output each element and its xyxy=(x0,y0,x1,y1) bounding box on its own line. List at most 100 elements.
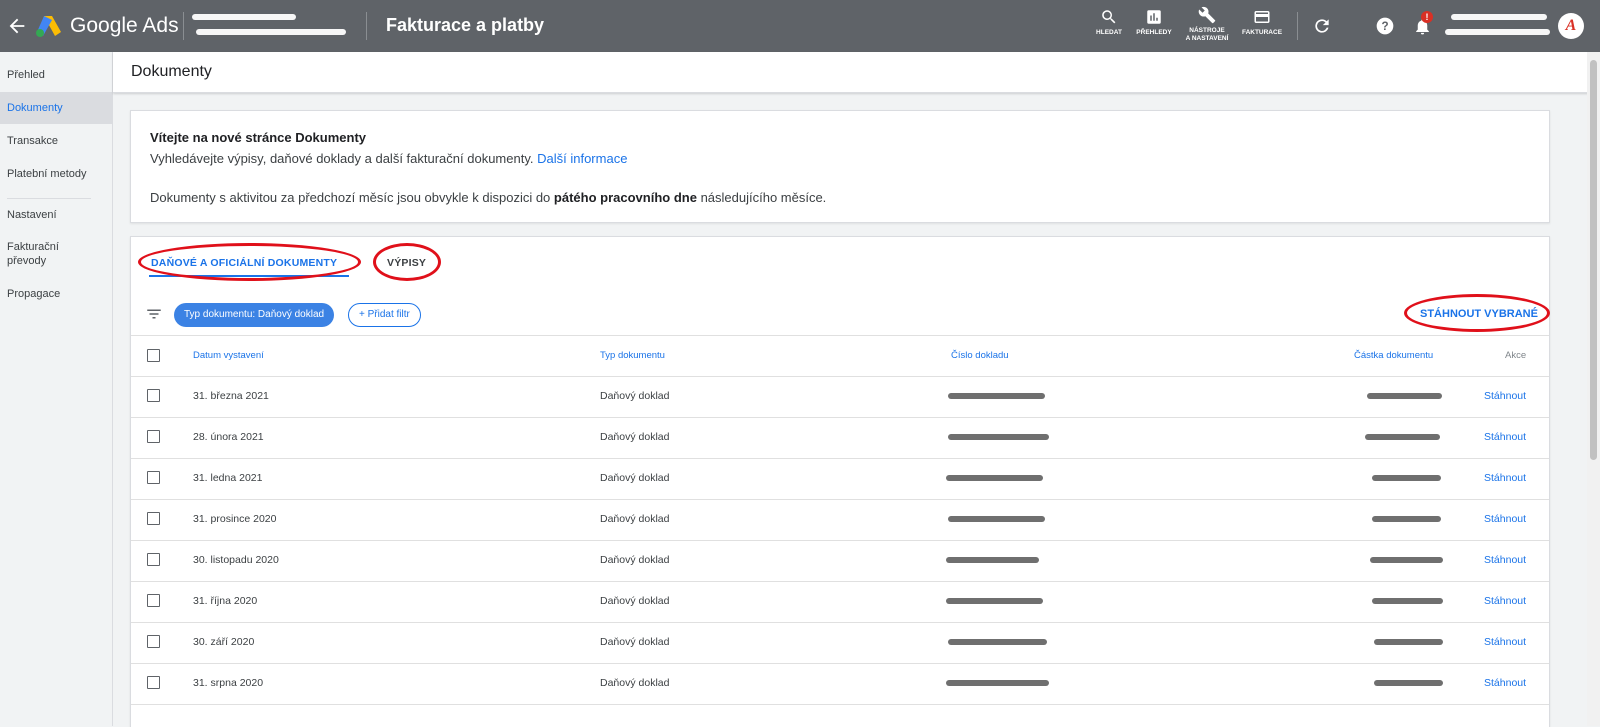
download-link[interactable]: Stáhnout xyxy=(1484,472,1526,484)
column-document-number[interactable]: Číslo dokladu xyxy=(951,350,1009,361)
redacted-amount xyxy=(1372,516,1441,522)
column-document-amount[interactable]: Částka dokumentu xyxy=(1354,350,1433,361)
download-link[interactable]: Stáhnout xyxy=(1484,595,1526,607)
sidebar-nav: Přehled Dokumenty Transakce Platební met… xyxy=(0,52,113,726)
add-filter-button[interactable]: + Přidat filtr xyxy=(348,303,421,327)
select-all-checkbox[interactable] xyxy=(147,349,160,362)
notification-badge: ! xyxy=(1421,11,1433,23)
tools-label-line1: NÁSTROJE xyxy=(1189,27,1225,34)
tab-tax-official-documents[interactable]: DAŇOVÉ A OFICIÁLNÍ DOKUMENTY xyxy=(151,257,337,269)
wrench-icon xyxy=(1198,6,1216,24)
sidebar-item-fakturacni-prevody[interactable]: Fakturační převody xyxy=(0,240,112,268)
row-type: Daňový doklad xyxy=(600,513,670,525)
download-link[interactable]: Stáhnout xyxy=(1484,636,1526,648)
row-type: Daňový doklad xyxy=(600,636,670,648)
note-text-after: následujícího měsíce. xyxy=(700,190,827,205)
billing-tool-label: FAKTURACE xyxy=(1241,29,1283,36)
sidebar-divider xyxy=(7,198,91,199)
table-row: 30. listopadu 2020 Daňový doklad Stáhnou… xyxy=(131,540,1549,582)
page-title: Dokumenty xyxy=(131,63,212,80)
search-tool-button[interactable]: HLEDAT xyxy=(1094,8,1124,37)
redacted-document-number xyxy=(948,516,1045,522)
row-date: 31. října 2020 xyxy=(193,595,258,607)
top-app-bar: Google Ads Fakturace a platby HLEDAT PŘE… xyxy=(0,0,1600,52)
sidebar-item-transakce[interactable]: Transakce xyxy=(0,134,112,148)
row-checkbox[interactable] xyxy=(147,471,160,484)
row-checkbox[interactable] xyxy=(147,430,160,443)
sidebar-item-platebni-metody[interactable]: Platební metody xyxy=(0,167,112,181)
row-type: Daňový doklad xyxy=(600,431,670,443)
table-row: 31. prosince 2020 Daňový doklad Stáhnout xyxy=(131,499,1549,541)
row-checkbox[interactable] xyxy=(147,635,160,648)
google-ads-logo-icon xyxy=(36,16,61,37)
redacted-amount xyxy=(1365,434,1440,440)
product-name[interactable]: Google Ads xyxy=(70,14,179,38)
download-link[interactable]: Stáhnout xyxy=(1484,431,1526,443)
reports-tool-label: PŘEHLEDY xyxy=(1136,29,1172,36)
table-row: 31. října 2020 Daňový doklad Stáhnout xyxy=(131,581,1549,623)
documents-card: DAŇOVÉ A OFICIÁLNÍ DOKUMENTY VÝPISY Typ … xyxy=(130,236,1550,727)
reports-tool-button[interactable]: PŘEHLEDY xyxy=(1134,8,1174,37)
note-text-before: Dokumenty s aktivitou za předchozí měsíc… xyxy=(150,190,551,205)
redacted-document-number xyxy=(946,598,1043,604)
row-date: 31. ledna 2021 xyxy=(193,472,263,484)
redacted-document-number xyxy=(948,393,1045,399)
redacted-document-number xyxy=(946,475,1043,481)
row-checkbox[interactable] xyxy=(147,512,160,525)
column-actions: Akce xyxy=(1505,350,1527,361)
billing-tool-button[interactable]: FAKTURACE xyxy=(1240,8,1284,37)
divider xyxy=(366,12,367,40)
download-link[interactable]: Stáhnout xyxy=(1484,554,1526,566)
row-date: 28. února 2021 xyxy=(193,431,264,443)
table-row: 31. března 2021 Daňový doklad Stáhnout xyxy=(131,376,1549,418)
download-link[interactable]: Stáhnout xyxy=(1484,513,1526,525)
sidebar-item-prehled[interactable]: Přehled xyxy=(0,68,112,82)
tools-settings-button[interactable]: NÁSTROJE A NASTAVENÍ xyxy=(1183,6,1231,43)
back-arrow-icon[interactable] xyxy=(6,15,28,37)
divider xyxy=(1297,12,1298,40)
sidebar-item-label-line1: Fakturační xyxy=(7,241,59,253)
page-section-title: Fakturace a platby xyxy=(386,15,545,35)
table-row: 31. srpna 2020 Daňový doklad Stáhnout xyxy=(131,663,1549,705)
svg-text:?: ? xyxy=(1381,20,1388,33)
row-checkbox[interactable] xyxy=(147,676,160,689)
search-icon xyxy=(1102,10,1116,24)
row-checkbox[interactable] xyxy=(147,594,160,607)
sidebar-item-dokumenty[interactable]: Dokumenty xyxy=(0,92,112,124)
download-link[interactable]: Stáhnout xyxy=(1484,390,1526,402)
welcome-description: Vyhledávejte výpisy, daňové doklady a da… xyxy=(150,151,534,166)
help-icon[interactable]: ? xyxy=(1375,16,1395,36)
account-selector[interactable] xyxy=(190,11,360,41)
column-issue-date[interactable]: Datum vystavení xyxy=(193,350,264,361)
document-type-filter-chip[interactable]: Typ dokumentu: Daňový doklad xyxy=(174,303,335,327)
refresh-icon[interactable] xyxy=(1312,16,1332,36)
reports-icon xyxy=(1147,10,1161,24)
download-selected-button[interactable]: STÁHNOUT VYBRANÉ xyxy=(1420,308,1538,320)
filter-icon[interactable] xyxy=(145,305,163,323)
row-date: 30. listopadu 2020 xyxy=(193,554,279,566)
column-document-type[interactable]: Typ dokumentu xyxy=(600,350,665,361)
sidebar-item-label-line2: převody xyxy=(7,255,47,267)
table-row: 30. září 2020 Daňový doklad Stáhnout xyxy=(131,622,1549,664)
row-date: 30. září 2020 xyxy=(193,636,255,648)
sidebar-item-propagace[interactable]: Propagace xyxy=(0,287,112,301)
download-link[interactable]: Stáhnout xyxy=(1484,677,1526,689)
redacted-document-number xyxy=(948,434,1049,440)
row-checkbox[interactable] xyxy=(147,553,160,566)
row-type: Daňový doklad xyxy=(600,595,670,607)
customer-account-info[interactable] xyxy=(1445,11,1551,41)
row-date: 31. března 2021 xyxy=(193,390,269,402)
row-type: Daňový doklad xyxy=(600,677,670,689)
user-avatar[interactable]: A xyxy=(1558,13,1584,39)
tab-statements[interactable]: VÝPISY xyxy=(387,257,426,269)
learn-more-link[interactable]: Další informace xyxy=(537,151,627,166)
scrollbar-thumb[interactable] xyxy=(1590,60,1597,460)
tools-label-line2: A NASTAVENÍ xyxy=(1185,35,1229,42)
row-type: Daňový doklad xyxy=(600,390,670,402)
row-checkbox[interactable] xyxy=(147,389,160,402)
redacted-amount xyxy=(1370,557,1443,563)
sidebar-item-nastaveni[interactable]: Nastavení xyxy=(0,208,112,222)
note-text-bold: pátého pracovního dne xyxy=(553,190,697,205)
welcome-text: Vyhledávejte výpisy, daňové doklady a da… xyxy=(150,151,627,166)
row-date: 31. srpna 2020 xyxy=(193,677,264,689)
